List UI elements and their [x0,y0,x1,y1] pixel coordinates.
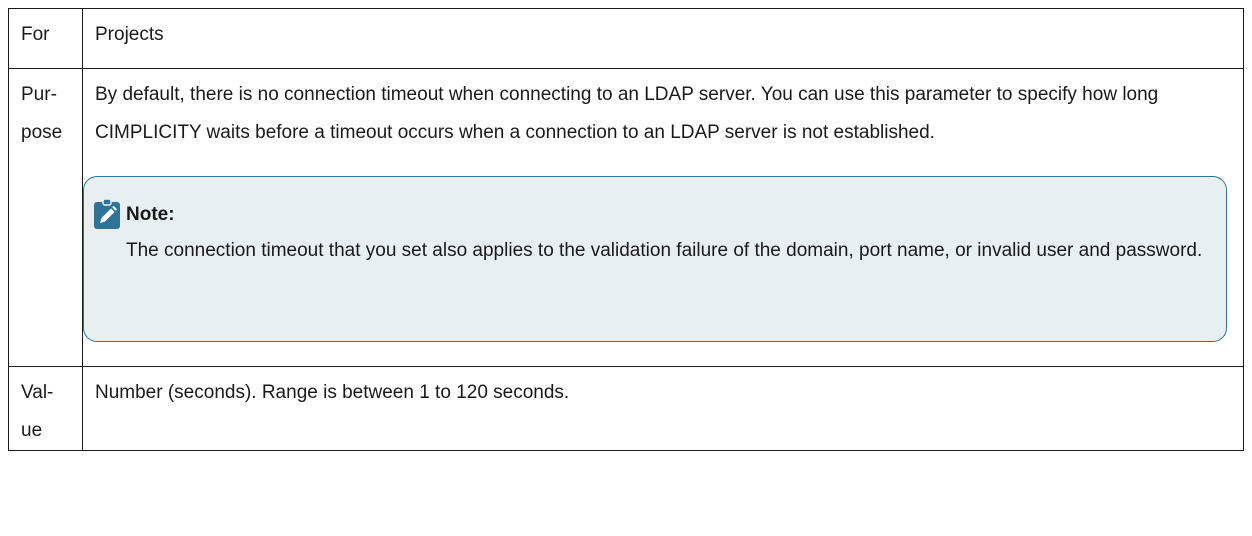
key-text-line2: ue [21,420,43,441]
key-text: For [21,24,50,45]
note-text: The connection timeout that you set also… [126,240,1203,261]
table-row-for: For Projects [8,8,1244,69]
table-row-value: Val- ue Number (seconds). Range is betwe… [8,366,1244,451]
key-text-line1: Pur- [21,84,57,105]
table-row-purpose: Pur- pose By default, there is no connec… [8,68,1244,367]
key-text-line1: Val- [21,382,54,403]
parameter-table: For Projects Pur- pose By default, there… [8,8,1244,451]
pencil-note-icon [94,198,120,229]
value-text: Number (seconds). Range is between 1 to … [95,382,570,403]
note-callout: Note: The connection timeout that you se… [83,176,1227,342]
value-text: Projects [95,24,164,45]
key-text-line2: pose [21,122,63,143]
row-value-for: Projects [82,8,1244,69]
row-value-purpose: By default, there is no connection timeo… [82,68,1244,367]
row-key-purpose: Pur- pose [8,68,83,367]
row-key-for: For [8,8,83,69]
purpose-text: By default, there is no connection timeo… [95,84,1159,143]
row-key-value: Val- ue [8,366,83,451]
note-title: Note: [126,204,175,225]
row-value-value: Number (seconds). Range is between 1 to … [82,366,1244,451]
